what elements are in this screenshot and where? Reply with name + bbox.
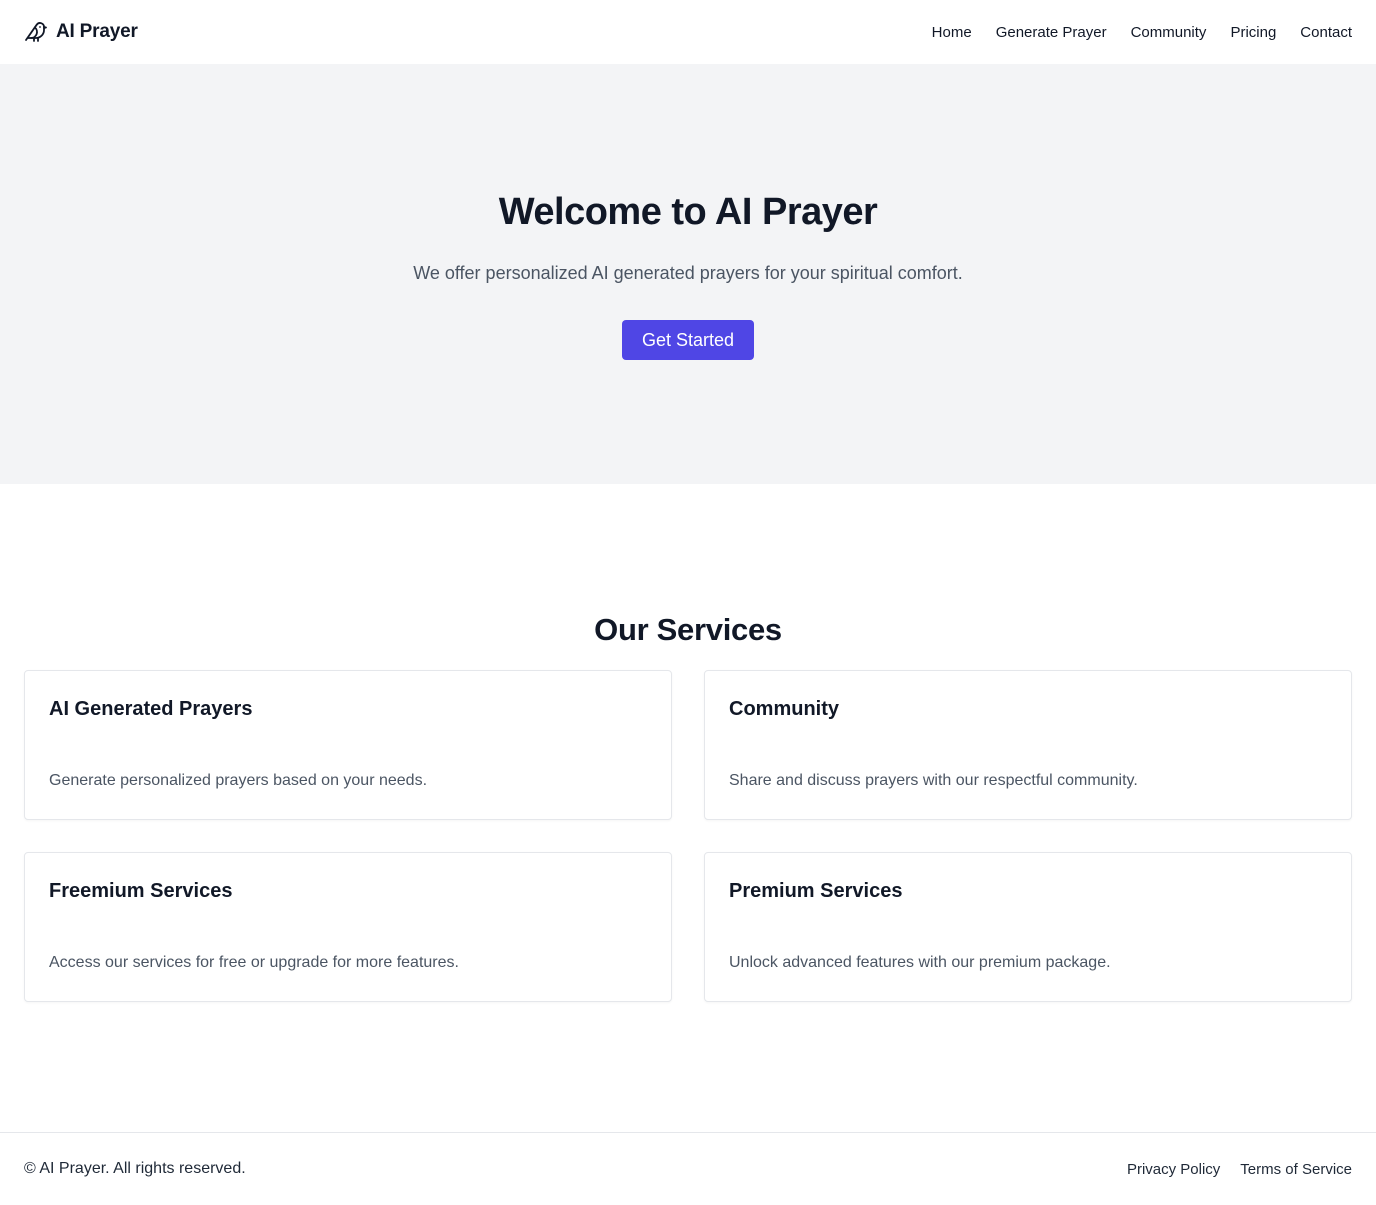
service-card-title: Premium Services: [729, 880, 903, 902]
nav-pricing[interactable]: Pricing: [1230, 24, 1276, 41]
service-card-text: Access our services for free or upgrade …: [49, 954, 459, 971]
footer-links: Privacy Policy Terms of Service: [1127, 1161, 1352, 1178]
service-card-freemium: Freemium Services Access our services fo…: [24, 852, 672, 1002]
hero-subtitle: We offer personalized AI generated praye…: [413, 263, 963, 283]
service-card-text: Generate personalized prayers based on y…: [49, 772, 428, 789]
service-card-premium: Premium Services Unlock advanced feature…: [704, 852, 1352, 1002]
site-header: AI Prayer Home Generate Prayer Community…: [0, 0, 1376, 64]
service-card-ai-prayers: AI Generated Prayers Generate personaliz…: [24, 670, 672, 820]
nav-home[interactable]: Home: [932, 24, 972, 41]
hero-title: Welcome to AI Prayer: [498, 191, 878, 233]
nav-generate-prayer[interactable]: Generate Prayer: [996, 24, 1107, 41]
terms-of-service-link[interactable]: Terms of Service: [1240, 1161, 1352, 1178]
get-started-button[interactable]: Get Started: [621, 320, 755, 360]
main-nav: Home Generate Prayer Community Pricing C…: [932, 24, 1352, 41]
services-grid: AI Generated Prayers Generate personaliz…: [24, 670, 1352, 1002]
service-card-text: Unlock advanced features with our premiu…: [729, 954, 1111, 971]
brand-link[interactable]: AI Prayer: [24, 20, 138, 44]
service-card-text: Share and discuss prayers with our respe…: [729, 772, 1138, 789]
hero-section: Welcome to AI Prayer We offer personaliz…: [0, 64, 1376, 484]
services-title: Our Services: [594, 612, 782, 647]
nav-community[interactable]: Community: [1131, 24, 1207, 41]
copyright-text: © AI Prayer. All rights reserved.: [24, 1160, 246, 1177]
bird-icon: [24, 20, 48, 44]
services-section: Our Services AI Generated Prayers Genera…: [0, 484, 1376, 1132]
brand-name: AI Prayer: [56, 21, 138, 42]
service-card-title: Freemium Services: [49, 880, 233, 902]
nav-contact[interactable]: Contact: [1300, 24, 1352, 41]
service-card-title: AI Generated Prayers: [49, 698, 253, 720]
service-card-title: Community: [729, 698, 839, 720]
service-card-community: Community Share and discuss prayers with…: [704, 670, 1352, 820]
site-footer: © AI Prayer. All rights reserved. Privac…: [0, 1132, 1376, 1205]
privacy-policy-link[interactable]: Privacy Policy: [1127, 1161, 1220, 1178]
